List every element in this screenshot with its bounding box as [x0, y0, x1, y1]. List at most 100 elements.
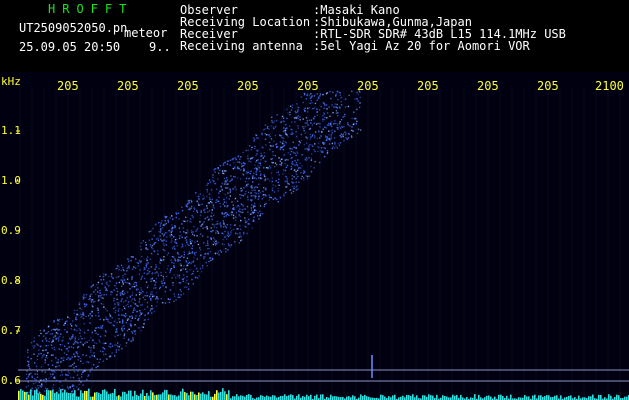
signal-dot — [145, 247, 147, 249]
signal-dot — [39, 379, 42, 382]
signal-dot — [135, 284, 138, 287]
signal-dot — [321, 151, 323, 153]
signal-dot — [122, 281, 124, 283]
power-bar — [224, 391, 226, 400]
signal-dot — [262, 157, 264, 159]
signal-dot — [217, 241, 219, 244]
signal-dot — [200, 271, 203, 273]
signal-dot — [264, 138, 267, 140]
signal-dot — [223, 223, 225, 225]
signal-dot — [155, 305, 158, 307]
x-tick-label: 205 — [177, 79, 199, 93]
signal-dot — [265, 144, 267, 146]
signal-dot — [105, 288, 108, 290]
signal-dot — [93, 347, 95, 349]
power-bar — [36, 389, 38, 400]
signal-dot — [101, 294, 103, 296]
power-bar — [490, 396, 492, 400]
signal-dot — [225, 250, 227, 253]
signal-dot — [228, 214, 230, 216]
signal-dot — [39, 329, 42, 332]
signal-dot — [50, 369, 52, 371]
signal-dot — [276, 146, 279, 148]
signal-dot — [78, 338, 80, 340]
signal-dot — [264, 179, 266, 182]
signal-dot — [133, 309, 135, 311]
signal-dot — [200, 211, 202, 213]
signal-dot — [208, 202, 210, 204]
signal-dot — [78, 387, 80, 390]
signal-dot — [248, 191, 250, 194]
signal-dot — [280, 136, 283, 139]
signal-dot — [176, 274, 179, 276]
signal-dot — [81, 337, 83, 340]
signal-dot — [99, 335, 102, 338]
signal-dot — [37, 387, 40, 389]
signal-dot — [227, 243, 230, 245]
power-bar — [486, 395, 488, 400]
signal-dot — [319, 93, 322, 95]
power-bar — [80, 390, 82, 400]
power-bar — [436, 394, 438, 400]
power-bar — [412, 394, 414, 400]
signal-dot — [263, 129, 265, 131]
signal-dot — [207, 244, 209, 246]
signal-dot — [74, 342, 76, 344]
signal-dot — [160, 222, 162, 224]
power-bar — [54, 393, 56, 400]
signal-dot — [76, 314, 78, 317]
power-bar — [248, 394, 250, 400]
signal-dot — [189, 220, 191, 223]
signal-dot — [100, 302, 103, 305]
signal-dot — [308, 148, 310, 151]
signal-dot — [295, 147, 297, 149]
signal-dot — [105, 316, 107, 318]
signal-dot — [40, 352, 42, 355]
signal-dot — [225, 248, 227, 250]
signal-dot — [85, 354, 87, 357]
signal-dot — [303, 170, 305, 172]
signal-dot — [163, 277, 165, 279]
spectrogram-background — [0, 72, 629, 400]
signal-dot — [143, 267, 146, 269]
signal-dot — [293, 117, 296, 119]
signal-dot — [48, 341, 50, 343]
signal-dot — [76, 386, 78, 388]
power-bar — [618, 395, 620, 400]
power-bar — [92, 396, 94, 400]
signal-dot — [110, 275, 113, 277]
signal-dot — [243, 164, 246, 167]
signal-dot — [59, 344, 61, 346]
signal-dot — [340, 101, 342, 103]
signal-dot — [80, 308, 83, 311]
power-bar — [172, 395, 174, 400]
signal-dot — [220, 251, 223, 253]
signal-dot — [122, 275, 124, 277]
signal-dot — [269, 148, 271, 151]
signal-dot — [191, 278, 193, 281]
power-bar — [82, 393, 84, 400]
signal-dot — [50, 376, 52, 378]
signal-dot — [215, 230, 217, 232]
signal-dot — [167, 220, 169, 222]
signal-dot — [125, 299, 127, 302]
signal-dot — [127, 318, 130, 320]
signal-dot — [226, 177, 228, 179]
signal-dot — [144, 268, 146, 270]
signal-dot — [27, 385, 30, 387]
power-bar — [454, 395, 456, 400]
signal-dot — [285, 127, 288, 129]
signal-dot — [181, 236, 183, 238]
power-bar — [502, 396, 504, 400]
signal-dot — [329, 90, 331, 93]
signal-dot — [133, 302, 135, 304]
signal-dot — [272, 126, 275, 128]
signal-dot — [92, 284, 94, 286]
signal-dot — [90, 368, 92, 371]
signal-dot — [173, 293, 175, 295]
signal-dot — [120, 264, 123, 267]
signal-dot — [271, 158, 273, 160]
signal-dot — [93, 364, 95, 366]
signal-dot — [251, 227, 253, 229]
signal-dot — [97, 287, 99, 289]
